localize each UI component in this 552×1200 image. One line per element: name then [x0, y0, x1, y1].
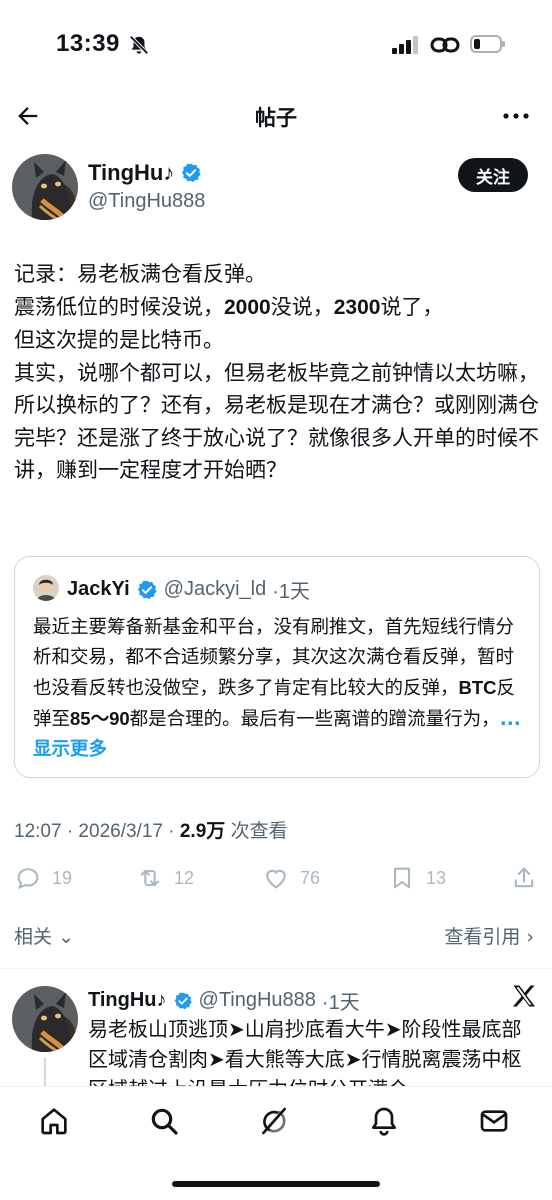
author-handle[interactable]: @TingHu888 — [88, 190, 205, 213]
repost-count: 12 — [174, 867, 195, 888]
like-count: 76 — [300, 867, 321, 888]
hotspot-link-icon — [430, 37, 460, 53]
share-button[interactable] — [510, 864, 538, 892]
post-line: 但这次提的是比特币。 — [14, 328, 224, 352]
reply-time: ·1天 — [321, 992, 360, 1014]
reply-icon — [17, 868, 39, 890]
page-title: 帖子 — [255, 107, 297, 130]
person-avatar-image — [33, 575, 59, 601]
x-logo-icon — [512, 985, 536, 1007]
status-time: 13:39 — [56, 30, 120, 57]
mail-icon — [480, 1110, 508, 1132]
nav-notifications[interactable] — [368, 1105, 404, 1141]
reply-button[interactable]: 19 — [14, 864, 72, 892]
bookmark-button[interactable]: 13 — [388, 864, 446, 892]
reply-tweet[interactable]: TingHu♪ @TingHu888 ·1天 易老板山顶逃顶➤山肩抄底看大牛➤阶… — [0, 970, 552, 1090]
home-indicator[interactable] — [172, 1181, 380, 1187]
cellular-signal-icon — [392, 36, 418, 54]
repost-button[interactable]: 12 — [136, 864, 194, 892]
reply-author-name: TingHu♪ — [88, 989, 167, 1011]
nav-grok[interactable] — [258, 1105, 294, 1141]
reply-author-avatar[interactable] — [12, 986, 78, 1052]
related-label: 相关 — [14, 926, 53, 948]
view-quotes-label: 查看引用 — [444, 926, 521, 948]
chevron-down-icon: ⌄ — [58, 926, 74, 948]
post-line: 记录：易老板满仓看反弹。 — [14, 262, 266, 286]
cat-avatar-image — [12, 986, 78, 1052]
heart-icon — [266, 869, 286, 889]
reply-author-handle: @TingHu888 — [198, 989, 316, 1011]
view-quotes-link[interactable]: 查看引用 › — [444, 922, 534, 949]
follow-button[interactable]: 关注 — [458, 158, 528, 192]
quote-author-avatar — [33, 575, 59, 601]
quoted-tweet-card[interactable]: JackYi @Jackyi_ld ·1天 最近主要筹备新基金和平台，没有刷推文… — [14, 556, 540, 778]
author-avatar[interactable] — [12, 154, 78, 220]
share-icon — [514, 867, 534, 888]
more-options-icon[interactable] — [502, 104, 530, 128]
reply-text: 易老板山顶逃顶➤山肩抄底看大牛➤阶段性最底部区域清仓割肉➤看大熊等大底➤行情脱离… — [88, 1017, 522, 1090]
quote-author-name: JackYi — [67, 578, 130, 600]
post-author: TingHu♪ @TingHu888 关注 — [0, 152, 552, 222]
post-line: 其实，说哪个都可以，但易老板毕竟之前钟情以太坊嘛，所以换标的了？还有，易老板是现… — [14, 360, 539, 483]
post-line: 震荡低位的时候没说，2000没说，2300说了， — [14, 294, 444, 319]
reply-count: 19 — [52, 867, 73, 888]
related-dropdown[interactable]: 相关 ⌄ — [14, 922, 74, 949]
like-button[interactable]: 76 — [262, 864, 320, 892]
verified-badge-icon — [182, 163, 201, 183]
quote-text: 最近主要筹备新基金和平台，没有刷推文，首先短线行情分析和交易，都不合适频繁分享，… — [33, 617, 521, 760]
nav-home[interactable] — [38, 1105, 74, 1141]
quote-author-handle: @Jackyi_ld — [163, 578, 267, 600]
post-text: 记录：易老板满仓看反弹。 震荡低位的时候没说，2000没说，2300说了， 但这… — [14, 258, 540, 487]
verified-badge-icon — [137, 579, 157, 599]
search-icon — [151, 1108, 178, 1135]
nav-search[interactable] — [148, 1105, 184, 1141]
chevron-right-icon: › — [526, 926, 534, 948]
post-meta: 12:07 · 2026/3/17 · 2.9万 次查看 — [14, 816, 288, 843]
repost-icon — [140, 869, 160, 887]
related-row: 相关 ⌄ 查看引用 › — [0, 918, 552, 954]
top-nav: 帖子 — [0, 90, 552, 142]
quote-header: JackYi @Jackyi_ld ·1天 — [67, 575, 310, 604]
views-label: 次查看 — [230, 821, 288, 842]
post-time: 12:07 — [14, 821, 62, 842]
verified-badge-icon — [174, 991, 192, 1009]
views-count: 2.9万 — [179, 821, 226, 842]
reply-header: TingHu♪ @TingHu888 ·1天 — [88, 986, 360, 1015]
quote-time: ·1天 — [272, 581, 311, 603]
bottom-nav — [0, 1086, 552, 1200]
nav-messages[interactable] — [478, 1105, 514, 1141]
cat-avatar-image — [12, 154, 78, 220]
author-name: TingHu♪ — [88, 160, 175, 185]
post-date: · 2026/3/17 · — [66, 821, 175, 842]
status-bar: 13:39 — [0, 0, 552, 90]
bell-off-icon — [129, 35, 149, 55]
battery-icon — [470, 35, 505, 53]
divider — [0, 968, 552, 969]
grok-icon — [262, 1107, 286, 1135]
bell-icon — [372, 1107, 396, 1136]
bookmark-icon — [393, 867, 411, 889]
action-bar: 19 12 76 13 — [0, 860, 552, 900]
author-name-row[interactable]: TingHu♪ — [88, 160, 202, 186]
home-icon — [41, 1108, 67, 1135]
bookmark-count: 13 — [426, 867, 447, 888]
